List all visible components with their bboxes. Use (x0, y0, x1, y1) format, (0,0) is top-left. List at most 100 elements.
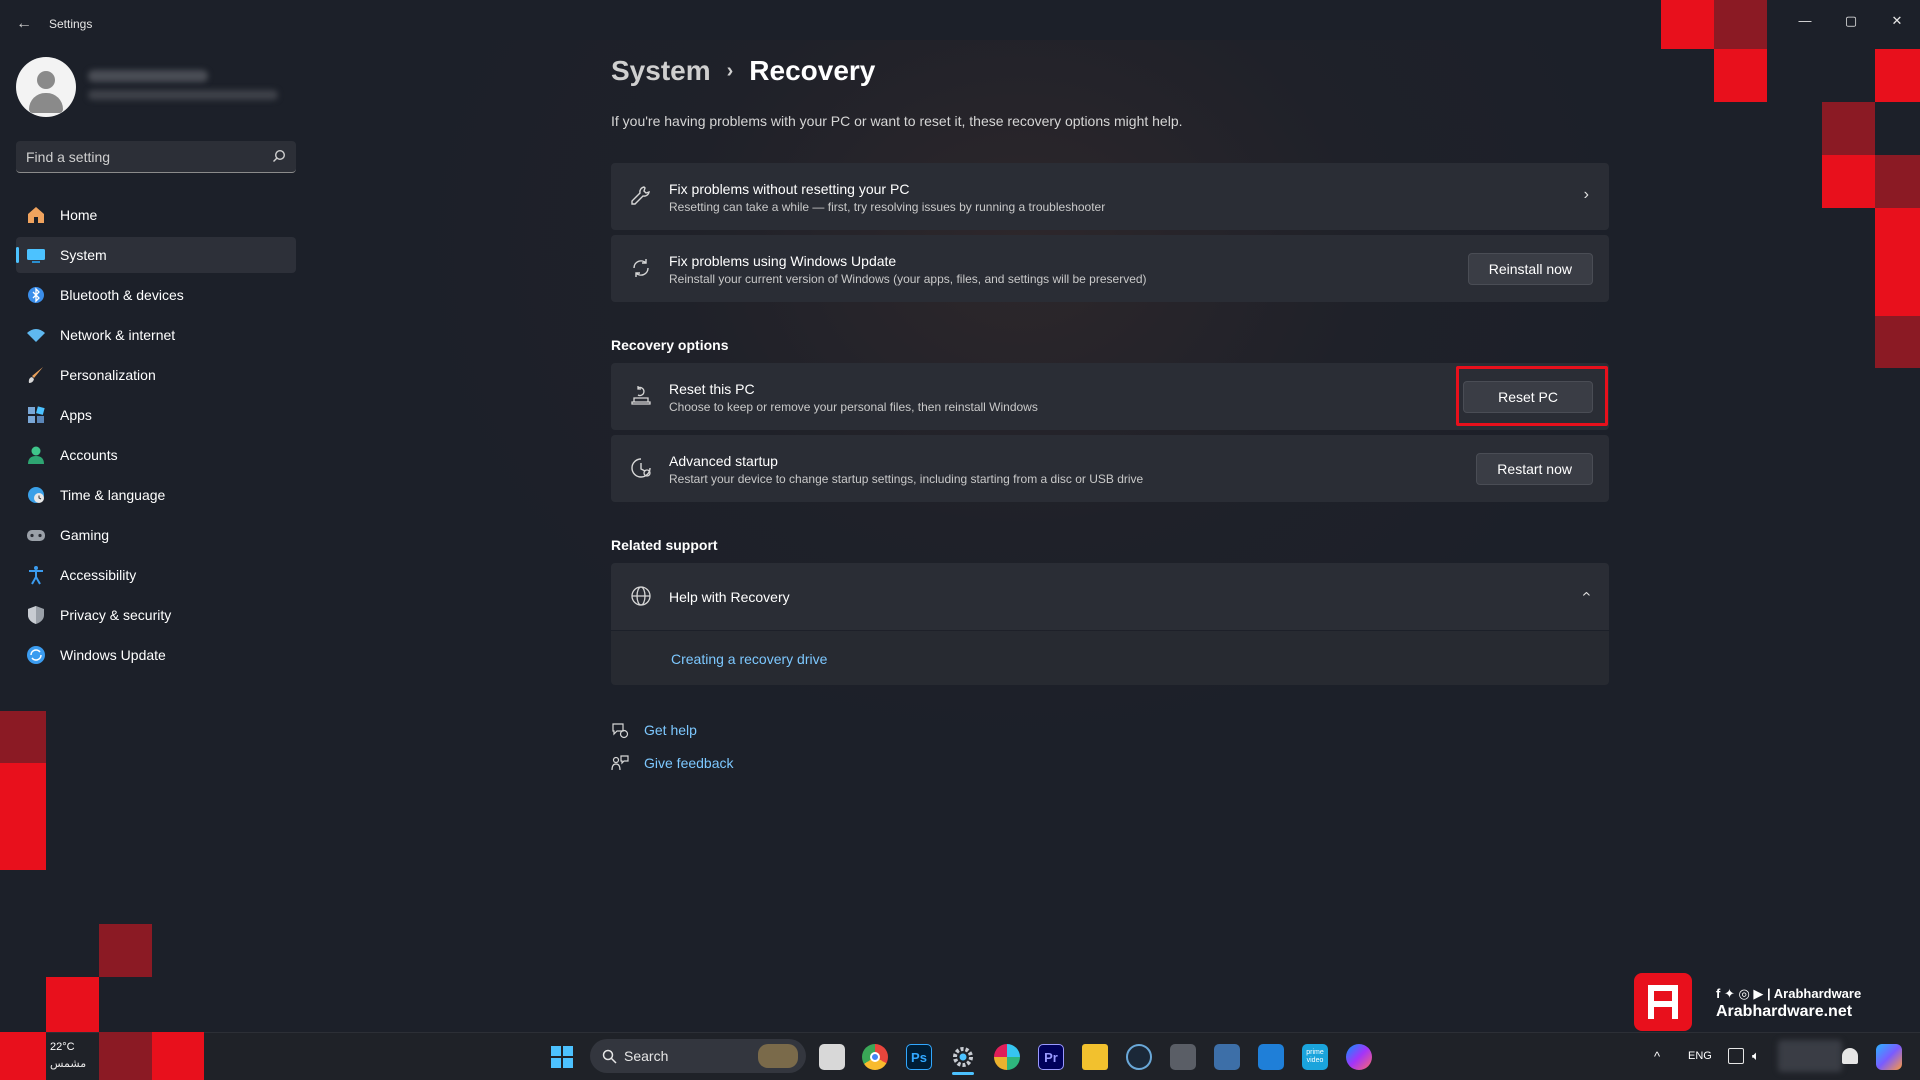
volume-icon[interactable]: 🔈︎ (1752, 1048, 1760, 1064)
sidebar-item-label: Time & language (60, 487, 166, 503)
prime-video-icon[interactable]: prime video (1302, 1044, 1328, 1070)
sidebar-item-system[interactable]: System (16, 237, 296, 273)
tray-overflow-chevron-icon[interactable]: ^ (1654, 1049, 1660, 1064)
brush-icon (26, 365, 46, 385)
profile-name-blurred (88, 70, 208, 82)
globe-icon (631, 586, 651, 606)
creating-recovery-drive-link[interactable]: Creating a recovery drive (671, 651, 827, 667)
help-with-recovery-content: Creating a recovery drive (611, 631, 1609, 685)
sidebar-item-gaming[interactable]: Gaming (16, 517, 296, 553)
refresh-icon (633, 259, 649, 277)
wifi-icon (26, 325, 46, 345)
apps-icon (26, 405, 46, 425)
page-title: Recovery (749, 55, 876, 86)
get-help-link[interactable]: Get help (611, 721, 697, 739)
card-description: Restart your device to change startup se… (669, 472, 1144, 486)
give-feedback-label[interactable]: Give feedback (644, 755, 734, 771)
sidebar-item-bluetooth[interactable]: Bluetooth & devices (16, 277, 296, 313)
home-icon (26, 205, 46, 225)
update-icon (26, 645, 46, 665)
slack-icon[interactable] (994, 1044, 1020, 1070)
globe-clock-icon (26, 485, 46, 505)
breadcrumb-chevron-icon: › (726, 59, 734, 82)
app-title: Settings (49, 17, 93, 31)
wrench-icon (631, 186, 650, 205)
messenger-icon[interactable] (1346, 1044, 1372, 1070)
sidebar-item-label: Personalization (60, 367, 156, 383)
sidebar-item-apps[interactable]: Apps (16, 397, 296, 433)
weather-temperature[interactable]: 22°C (50, 1041, 75, 1053)
card-title: Reset this PC (669, 381, 755, 397)
taskbar-search-label: Search (624, 1048, 669, 1064)
reinstall-now-button[interactable]: Reinstall now (1467, 253, 1593, 285)
bluetooth-icon (26, 285, 46, 305)
help-with-recovery-expander[interactable]: Help with Recovery › (611, 563, 1609, 630)
steam-icon[interactable] (1126, 1044, 1152, 1070)
sidebar-item-windows-update[interactable]: Windows Update (16, 637, 296, 673)
settings-icon[interactable] (950, 1044, 976, 1070)
restart-now-button[interactable]: Restart now (1476, 453, 1593, 485)
search-input[interactable] (26, 141, 266, 172)
chevron-right-icon: › (1583, 186, 1589, 203)
start-icon[interactable] (549, 1044, 575, 1070)
sidebar-item-label: Windows Update (60, 647, 166, 663)
card-title: Help with Recovery (669, 589, 790, 605)
language-indicator[interactable]: ENG (1688, 1050, 1712, 1062)
back-button[interactable]: ← (12, 12, 36, 36)
avatar[interactable] (16, 57, 76, 117)
taskbar-search[interactable]: Search (590, 1039, 806, 1073)
active-app-indicator (952, 1072, 974, 1075)
profile-email-blurred (88, 90, 278, 100)
card-title: Advanced startup (669, 453, 778, 469)
store-icon[interactable] (1258, 1044, 1284, 1070)
photos-icon[interactable] (1214, 1044, 1240, 1070)
sidebar-nav: Home System Bluetooth & devices Network … (16, 197, 296, 677)
related-support-heading: Related support (611, 537, 718, 553)
breadcrumb-parent[interactable]: System (611, 55, 711, 87)
sidebar-item-personalization[interactable]: Personalization (16, 357, 296, 393)
network-icon[interactable] (1728, 1048, 1744, 1064)
calculator-icon[interactable] (1170, 1044, 1196, 1070)
sidebar-item-accessibility[interactable]: Accessibility (16, 557, 296, 593)
card-title: Fix problems using Windows Update (669, 253, 897, 269)
copilot-icon[interactable] (1876, 1044, 1902, 1070)
chrome-icon[interactable] (862, 1044, 888, 1070)
feedback-icon (611, 755, 629, 771)
file-explorer-icon[interactable] (1082, 1044, 1108, 1070)
advanced-startup-card: Advanced startup Restart your device to … (611, 435, 1609, 502)
notification-bell-icon[interactable] (1842, 1048, 1858, 1064)
sidebar-item-time-language[interactable]: Time & language (16, 477, 296, 513)
search-icon (602, 1049, 617, 1064)
fix-windows-update-card: Fix problems using Windows Update Reinst… (611, 235, 1609, 302)
card-description: Reinstall your current version of Window… (669, 272, 1147, 286)
sidebar-item-home[interactable]: Home (16, 197, 296, 233)
minimize-button[interactable]: — (1785, 6, 1825, 36)
give-feedback-link[interactable]: Give feedback (611, 754, 734, 772)
maximize-button[interactable]: ▢ (1831, 6, 1871, 36)
get-help-label[interactable]: Get help (644, 722, 697, 738)
premiere-icon[interactable]: Pr (1038, 1044, 1064, 1070)
fix-without-reset-card[interactable]: Fix problems without resetting your PC R… (611, 163, 1609, 230)
get-help-icon (612, 723, 629, 739)
close-button[interactable]: ✕ (1877, 6, 1917, 36)
task-view-icon[interactable] (819, 1044, 845, 1070)
back-arrow-icon: ← (16, 15, 32, 32)
sidebar-item-label: Accounts (60, 447, 118, 463)
sidebar-item-network[interactable]: Network & internet (16, 317, 296, 353)
sidebar-item-label: Bluetooth & devices (60, 287, 184, 303)
search-icon[interactable] (272, 149, 286, 163)
sidebar-item-privacy[interactable]: Privacy & security (16, 597, 296, 633)
clock-blurred[interactable] (1778, 1040, 1842, 1072)
chevron-up-icon[interactable]: › (1577, 591, 1595, 596)
shield-icon (26, 605, 46, 625)
sidebar-item-label: Network & internet (60, 327, 176, 343)
sidebar-item-label: Gaming (60, 527, 110, 543)
page-description: If you're having problems with your PC o… (611, 113, 1183, 129)
arabhardware-logo (1634, 973, 1692, 1031)
sidebar-item-accounts[interactable]: Accounts (16, 437, 296, 473)
watermark-social: f ✦ ◎ ▶ | Arabhardware (1716, 986, 1862, 1001)
sidebar-item-label: System (60, 247, 107, 263)
search-field[interactable] (16, 141, 296, 173)
photoshop-icon[interactable]: Ps (906, 1044, 932, 1070)
accounts-icon (26, 445, 46, 465)
